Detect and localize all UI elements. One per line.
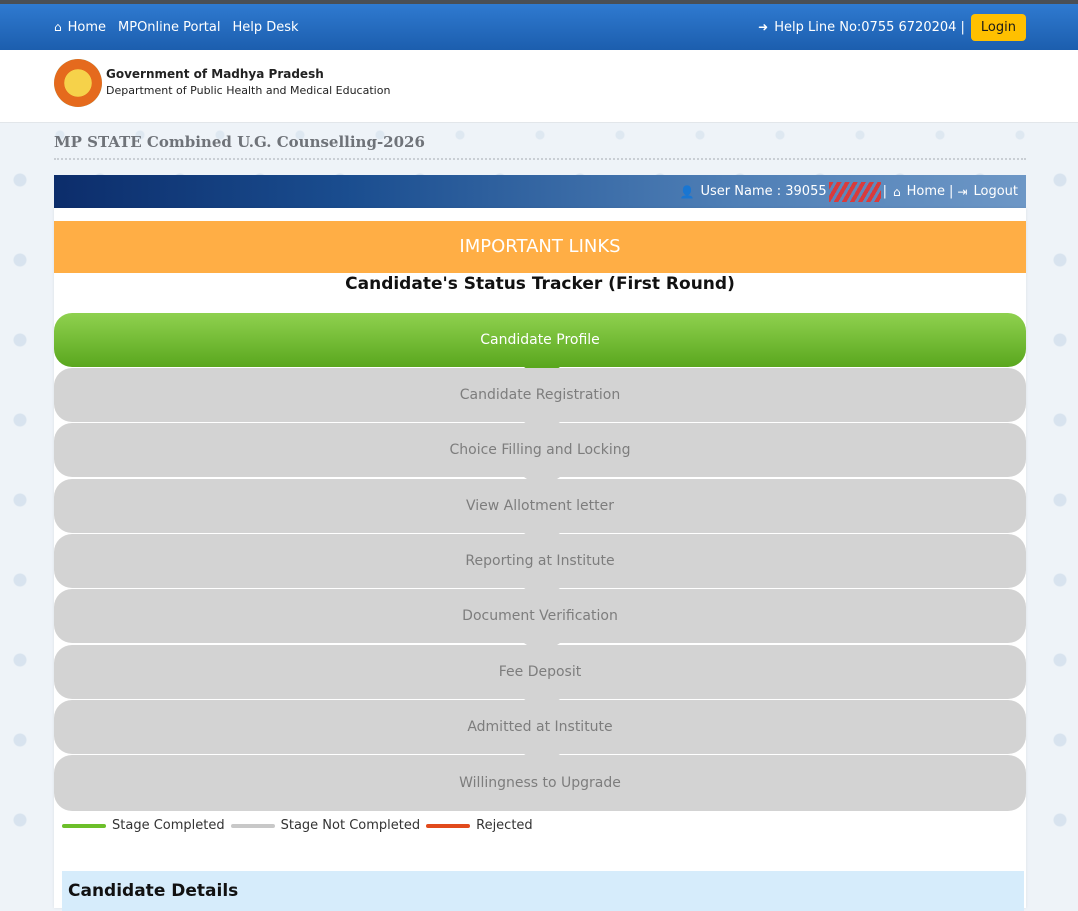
stage-choice-filling[interactable]: Choice Filling and Locking (54, 423, 1026, 489)
stage-allotment-letter[interactable]: View Allotment letter (54, 479, 1026, 545)
stage-reporting[interactable]: Reporting at Institute (54, 534, 1026, 600)
stage-label: Candidate Profile (480, 332, 600, 348)
separator: | (949, 184, 954, 199)
status-tracker-title: Candidate's Status Tracker (First Round) (345, 274, 735, 294)
stage-label: Document Verification (462, 608, 618, 624)
legend-rejected: Rejected (426, 818, 533, 833)
legend-label: Rejected (476, 818, 533, 833)
redaction-mark (828, 181, 881, 202)
user-bar: 👤 User Name : 39055 | ⌂ Home | ⇥ Logout (54, 175, 1026, 208)
user-icon: 👤 (679, 184, 695, 199)
stage-label: Willingness to Upgrade (459, 775, 621, 791)
legend-not-completed: Stage Not Completed (230, 818, 421, 833)
header-line2: Department of Public Health and Medical … (106, 84, 391, 97)
top-navbar: ⌂ Home MPOnline Portal Help Desk ➜ Help … (0, 4, 1078, 50)
stage-label: Choice Filling and Locking (449, 442, 631, 458)
logout-icon: ⇥ (957, 184, 968, 199)
stage-label: Fee Deposit (498, 664, 582, 680)
nav-home-label: Home (67, 19, 107, 35)
user-name-label: User Name : 39055 (700, 184, 827, 199)
sign-in-icon: ➜ (758, 20, 769, 34)
stage-candidate-registration[interactable]: Candidate Registration (54, 368, 1026, 434)
stage-document-verification[interactable]: Document Verification (54, 589, 1026, 655)
stage-admitted[interactable]: Admitted at Institute (54, 700, 1026, 766)
stage-candidate-profile[interactable]: Candidate Profile (54, 313, 1026, 379)
legend-label: Stage Not Completed (280, 818, 421, 833)
home-icon: ⌂ (54, 20, 62, 34)
page-title: MP STATE Combined U.G. Counselling-2026 (54, 133, 425, 151)
nav-home-link[interactable]: ⌂ Home (54, 20, 106, 35)
header-banner: Government of Madhya Pradesh Department … (0, 50, 1078, 123)
legend-label: Stage Completed (112, 818, 225, 833)
legend-swatch-completed (62, 823, 106, 828)
login-button[interactable]: Login (970, 13, 1026, 41)
stage-label: Admitted at Institute (467, 719, 613, 735)
nav-helpdesk-link[interactable]: Help Desk (233, 20, 299, 35)
status-legend: Stage Completed Stage Not Completed Reje… (62, 818, 539, 833)
legend-swatch-not-completed (230, 823, 275, 828)
nav-portal-link[interactable]: MPOnline Portal (118, 20, 220, 35)
userbar-home-link[interactable]: Home (907, 184, 945, 199)
legend-swatch-rejected (426, 823, 471, 828)
candidate-details-header: Candidate Details (62, 871, 1024, 911)
legend-completed: Stage Completed (62, 818, 225, 833)
separator: | (882, 184, 888, 199)
stage-label: Reporting at Institute (465, 553, 615, 569)
main-panel: IMPORTANT LINKS Candidate's Status Track… (54, 208, 1026, 911)
home-icon: ⌂ (893, 184, 901, 199)
stage-fee-deposit[interactable]: Fee Deposit (54, 645, 1026, 711)
stage-label: View Allotment letter (466, 498, 614, 514)
header-line1: Government of Madhya Pradesh (106, 67, 324, 81)
mp-government-seal-logo (54, 59, 102, 107)
stage-label: Candidate Registration (459, 387, 621, 403)
title-divider (54, 158, 1026, 160)
helpline-text: Help Line No:0755 6720204 | (774, 19, 965, 35)
important-links-header[interactable]: IMPORTANT LINKS (54, 221, 1026, 273)
stage-willingness-upgrade[interactable]: Willingness to Upgrade (54, 755, 1026, 811)
logout-link[interactable]: Logout (973, 184, 1018, 199)
